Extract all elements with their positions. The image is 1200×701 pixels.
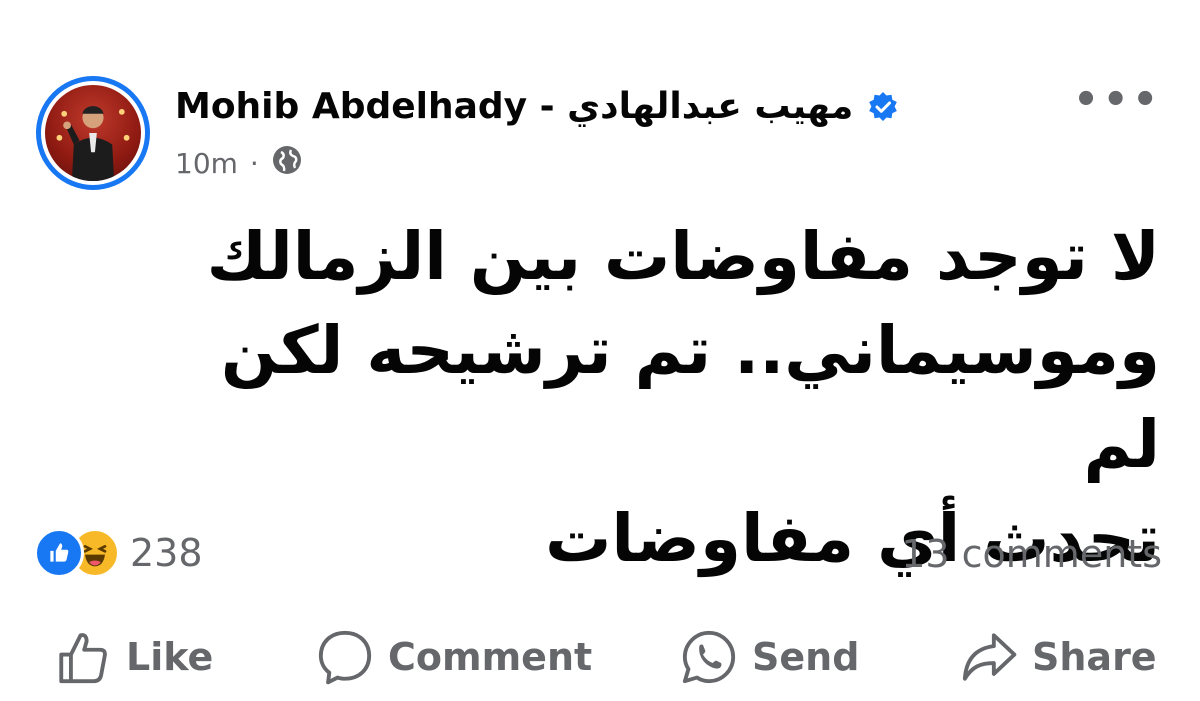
avatar[interactable]: [36, 76, 150, 190]
send-button[interactable]: Send: [680, 628, 859, 686]
post-body: لا توجد مفاوضات بين الزمالك وموسيماني.. …: [140, 210, 1160, 586]
author-name-row[interactable]: Mohib Abdelhady - مهيب عبدالهادي: [175, 86, 899, 127]
speech-bubble-icon: [318, 630, 372, 685]
avatar-photo: [45, 85, 141, 181]
send-label: Send: [752, 635, 860, 679]
person-silhouette-icon: [56, 106, 130, 181]
like-button[interactable]: Like: [54, 628, 213, 686]
post-text-line: لا توجد مفاوضات بين الزمالك: [206, 218, 1160, 295]
reactions-summary[interactable]: 238: [34, 528, 203, 578]
meta-separator: ·: [249, 147, 259, 180]
verified-badge-icon: [867, 91, 899, 123]
share-button[interactable]: Share: [960, 628, 1157, 686]
like-reaction-icon: [34, 528, 84, 578]
more-options-button[interactable]: •••: [1073, 80, 1162, 120]
post-action-bar: Like Comment Send Share: [0, 620, 1200, 690]
post-meta: 10m ·: [175, 144, 303, 183]
comments-count-link[interactable]: 13 comments: [901, 532, 1162, 576]
whatsapp-icon: [682, 630, 736, 684]
thumbs-up-icon: [59, 633, 107, 684]
author-name[interactable]: Mohib Abdelhady - مهيب عبدالهادي: [175, 86, 853, 127]
post-text-line: وموسيماني.. تم ترشيحه لكن لم: [220, 312, 1160, 483]
reaction-count[interactable]: 238: [130, 531, 203, 575]
timestamp[interactable]: 10m: [175, 147, 238, 180]
globe-icon: [271, 144, 303, 183]
comment-label: Comment: [388, 635, 593, 679]
comment-button[interactable]: Comment: [316, 628, 592, 686]
share-arrow-icon: [962, 633, 1017, 681]
like-label: Like: [126, 635, 214, 679]
share-label: Share: [1032, 635, 1157, 679]
avatar-border: [41, 81, 145, 185]
